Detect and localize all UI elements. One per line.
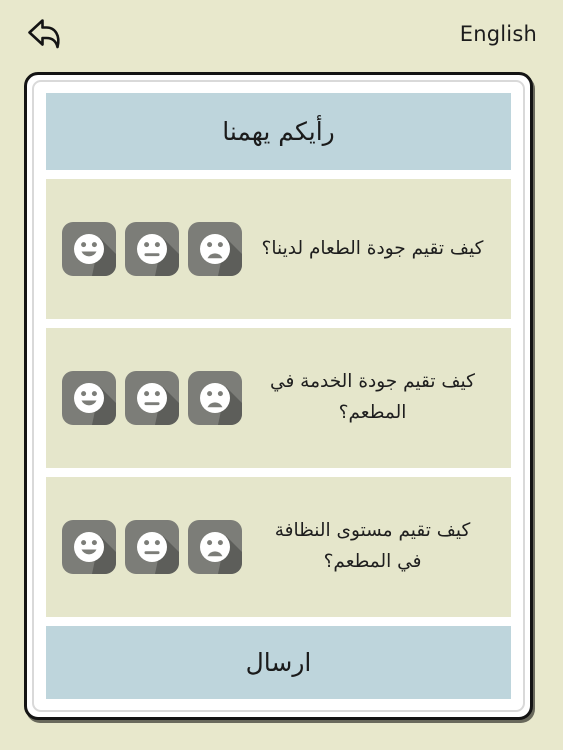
question-row: كيف تقيم جودة الخدمة في المطعم؟: [46, 328, 511, 468]
top-bar: English: [0, 0, 563, 68]
question-text: كيف تقيم جودة الخدمة في المطعم؟: [270, 371, 475, 423]
rating-button-sad[interactable]: [188, 222, 242, 276]
survey-frame-inner: رأيكم يهمنا كيف تقيم جودة الطعام لدينا؟: [32, 80, 525, 712]
submit-button-label: ارسال: [245, 648, 312, 677]
rating-button-neutral[interactable]: [125, 222, 179, 276]
rating-button-neutral[interactable]: [125, 371, 179, 425]
rating-button-neutral[interactable]: [125, 520, 179, 574]
rating-options: [62, 520, 242, 574]
rating-options: [62, 222, 242, 276]
survey-panel: رأيكم يهمنا كيف تقيم جودة الطعام لدينا؟: [46, 93, 511, 699]
question-text: كيف تقيم مستوى النظافة في المطعم؟: [274, 520, 471, 572]
rating-button-sad[interactable]: [188, 520, 242, 574]
back-arrow-icon: [24, 13, 68, 55]
question-row: كيف تقيم جودة الطعام لدينا؟: [46, 179, 511, 319]
back-button[interactable]: [24, 13, 68, 55]
survey-title-banner: رأيكم يهمنا: [46, 93, 511, 170]
rating-button-happy[interactable]: [62, 222, 116, 276]
question-row: كيف تقيم مستوى النظافة في المطعم؟: [46, 477, 511, 617]
rating-button-sad[interactable]: [188, 371, 242, 425]
rating-options: [62, 371, 242, 425]
page-title: رأيكم يهمنا: [222, 117, 335, 146]
survey-frame: رأيكم يهمنا كيف تقيم جودة الطعام لدينا؟: [24, 72, 533, 720]
question-text: كيف تقيم جودة الطعام لدينا؟: [261, 237, 484, 259]
rating-button-happy[interactable]: [62, 520, 116, 574]
language-toggle-button[interactable]: English: [456, 20, 541, 48]
submit-button[interactable]: ارسال: [46, 626, 511, 699]
rating-button-happy[interactable]: [62, 371, 116, 425]
